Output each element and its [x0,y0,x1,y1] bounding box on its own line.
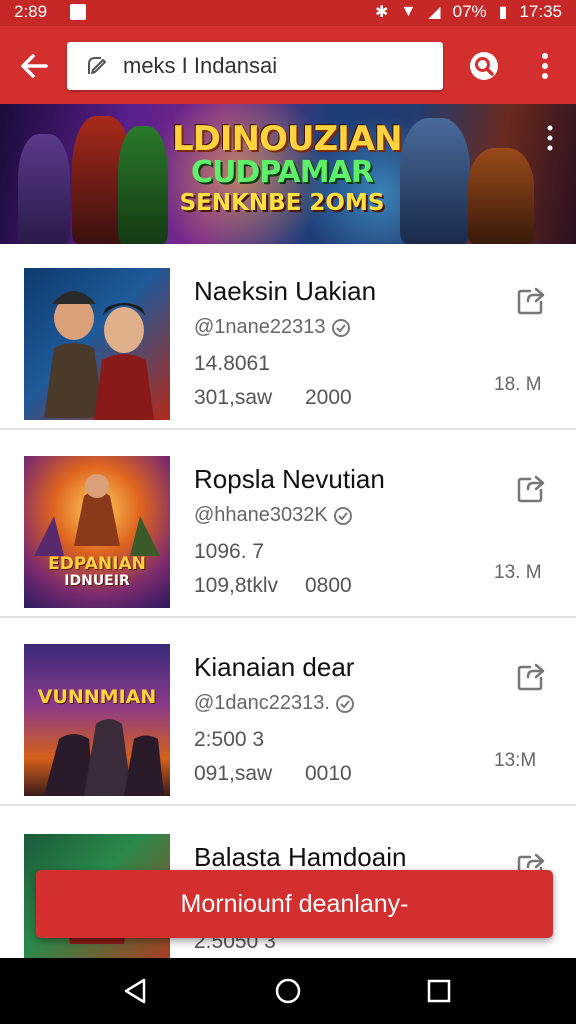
verified-icon [331,318,350,337]
item-handle-text: @1nane22313 [194,316,326,338]
banner-title-line2: CUDPAMAR [191,155,374,190]
status-time-left: 2:89 [14,2,48,21]
item-thumbnail[interactable] [24,268,170,420]
banner-hero-figure [118,126,168,244]
vibrate-icon: ✱ [375,4,389,21]
battery-text: 07% [452,2,487,21]
item-title: Kianaian dear [194,652,355,682]
list-item[interactable]: EDPANIAN IDNUEIR Ropsla Nevutian @hhane3… [0,432,576,618]
item-stat-primary: 14.8061 [194,352,270,375]
app-bar: meks I Indansai [0,26,576,104]
item-size: 13:M [494,750,537,771]
item-size: 13. M [494,562,542,583]
list-item[interactable]: Naeksin Uakian @1nane22313 14.8061 301,s… [0,244,576,430]
item-handle: @1nane22313 [194,316,350,339]
gmail-notification-icon [70,4,86,20]
item-title: Naeksin Uakian [194,276,377,306]
share-icon[interactable] [514,472,548,506]
banner-hero-figure [18,134,70,244]
nav-home-icon[interactable] [272,975,304,1007]
item-stat-secondary: 109,8tklv [194,574,279,597]
system-nav-bar [0,958,576,1024]
status-icons: ✱ ▼ ◢ 07% ▮ 17:35 [375,2,562,22]
back-arrow-icon[interactable] [16,48,52,84]
search-input[interactable]: meks I Indansai [67,42,443,90]
item-handle-text: @1danc22313. [194,692,330,714]
thumbnail-art [44,291,154,420]
item-stat-primary: 1096. 7 [194,540,265,563]
list-item[interactable]: VUNNMIAN Kianaian dear @1danc22313. 2:50… [0,620,576,806]
share-icon[interactable] [514,660,548,694]
search-icon[interactable] [464,46,504,86]
item-title: Balasta Hamdoain [194,842,407,872]
item-stat-secondary-b: 0800 [305,574,352,597]
item-size: 18. M [494,374,542,395]
item-handle-text: @hhane3032K [194,504,328,526]
status-time-right: 17:35 [519,2,562,21]
status-bar: 2:89 ✱ ▼ ◢ 07% ▮ 17:35 [0,0,576,26]
banner-hero-figure [400,118,470,244]
nav-recents-icon[interactable] [423,975,455,1007]
thumbnail-title-line1: EDPANIAN [48,554,146,574]
edit-icon [85,54,109,78]
banner-title-line1: LDINOUZIAN [172,119,403,159]
item-stat-secondary-b: 2000 [305,386,352,409]
search-query-text: meks I Indansai [123,53,278,78]
battery-icon: ▮ [498,4,508,21]
banner-title-line3: SENKNBE 2OMS [179,190,385,216]
thumbnail-title: VUNNMIAN [37,686,157,708]
thumbnail-title-line2: IDNUEIR [64,573,130,589]
banner-title: LDINOUZIAN CUDPAMAR SENKNBE 2OMS [172,119,403,216]
banner-hero-figure [468,148,534,244]
wifi-icon: ▼ [400,3,417,20]
item-stat-primary: 2:500 3 [194,728,265,751]
verified-icon [333,506,352,525]
share-icon[interactable] [514,284,548,318]
more-vert-icon[interactable] [530,46,560,86]
item-stat-secondary: 091,saw [194,762,273,785]
thumbnail-art [44,719,164,796]
nav-back-icon[interactable] [120,975,152,1007]
item-stat-secondary-b: 0010 [305,762,352,785]
snackbar-download-button[interactable]: Morniounf deanlany- [36,870,553,938]
item-handle: @1danc22313. [194,692,354,715]
item-thumbnail[interactable]: VUNNMIAN [24,644,170,796]
item-thumbnail[interactable]: EDPANIAN IDNUEIR [24,456,170,608]
promo-banner[interactable]: LDINOUZIAN CUDPAMAR SENKNBE 2OMS [0,104,576,244]
verified-icon [335,694,354,713]
item-handle: @hhane3032K [194,504,352,527]
item-title: Ropsla Nevutian [194,464,385,494]
item-stat-secondary: 301,saw [194,386,273,409]
banner-more-icon[interactable] [545,122,555,158]
signal-icon: ◢ [428,4,441,21]
